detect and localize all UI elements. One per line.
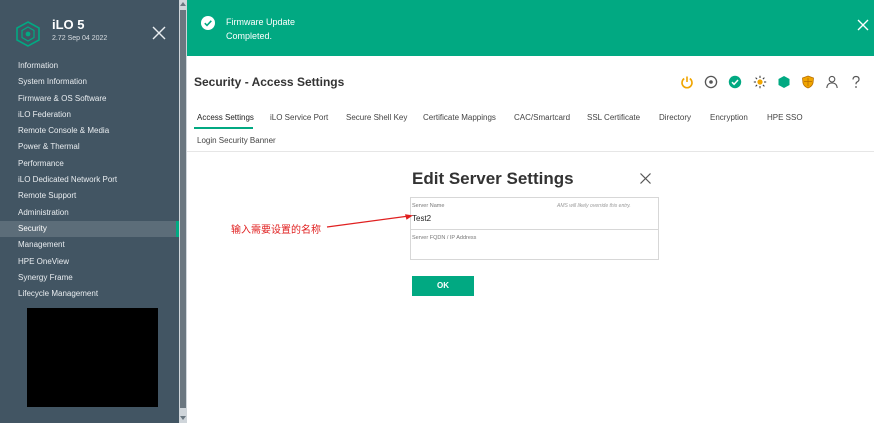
ok-button[interactable]: OK — [412, 276, 474, 296]
sidebar-item-administration[interactable]: Administration — [0, 205, 179, 221]
annotation-arrow-icon — [326, 214, 413, 228]
tab-secure-shell-key[interactable]: Secure Shell Key — [346, 113, 407, 122]
sidebar-item-remote-console-media[interactable]: Remote Console & Media — [0, 123, 179, 139]
power-icon[interactable] — [680, 75, 694, 89]
sidebar-item-system-information[interactable]: System Information — [0, 74, 179, 90]
brand-title: iLO 5 — [52, 17, 85, 32]
sidebar-item-management[interactable]: Management — [0, 237, 179, 253]
sidebar-nav: Information System Information Firmware … — [0, 58, 179, 302]
active-tab-indicator — [194, 127, 253, 129]
sidebar-scrollbar[interactable] — [179, 0, 187, 423]
scroll-down-icon[interactable] — [180, 416, 186, 420]
sidebar-item-lifecycle-management[interactable]: Lifecycle Management — [0, 286, 179, 302]
field-divider — [411, 229, 658, 230]
sidebar: iLO 5 2.72 Sep 04 2022 Information Syste… — [0, 0, 179, 423]
tab-directory[interactable]: Directory — [659, 113, 691, 122]
check-circle-icon — [201, 16, 215, 30]
tab-ssl-certificate[interactable]: SSL Certificate — [587, 113, 640, 122]
server-fqdn-label: Server FQDN / IP Address — [412, 235, 477, 241]
server-name-label: Server Name — [412, 203, 445, 209]
server-settings-form: Server Name AMS will likely override thi… — [410, 197, 659, 260]
dialog-title: Edit Server Settings — [412, 169, 574, 188]
sidebar-item-information[interactable]: Information — [0, 58, 179, 74]
sidebar-item-security[interactable]: Security — [0, 220, 179, 238]
page-title: Security - Access Settings — [194, 75, 345, 89]
health-ok-icon[interactable] — [728, 75, 742, 89]
uid-icon[interactable] — [704, 75, 718, 89]
brand: iLO 5 2.72 Sep 04 2022 — [0, 0, 179, 54]
tab-hpe-sso[interactable]: HPE SSO — [767, 113, 803, 122]
banner-title: Firmware Update — [226, 17, 296, 27]
shield-icon[interactable] — [801, 75, 815, 89]
scroll-thumb[interactable] — [180, 10, 186, 408]
tab-access-settings[interactable]: Access Settings — [197, 113, 254, 122]
close-icon[interactable] — [857, 19, 869, 31]
hexagon-icon[interactable] — [777, 75, 791, 89]
notification-banner: Firmware Update Completed. — [187, 0, 874, 56]
sidebar-item-remote-support[interactable]: Remote Support — [0, 188, 179, 204]
close-icon[interactable] — [150, 24, 168, 42]
tabs-divider — [187, 151, 874, 152]
sidebar-item-power-thermal[interactable]: Power & Thermal — [0, 139, 179, 155]
annotation-text: 输入需要设置的名称 — [231, 225, 321, 236]
brand-version: 2.72 Sep 04 2022 — [52, 35, 108, 42]
sidebar-item-synergy-frame[interactable]: Synergy Frame — [0, 270, 179, 286]
remote-console-thumbnail[interactable] — [27, 308, 158, 407]
tab-login-security-banner[interactable]: Login Security Banner — [197, 136, 276, 145]
sidebar-item-ilo-dedicated-network-port[interactable]: iLO Dedicated Network Port — [0, 172, 179, 188]
sidebar-item-hpe-oneview[interactable]: HPE OneView — [0, 254, 179, 270]
server-fqdn-input[interactable] — [412, 245, 652, 257]
tab-cac-smartcard[interactable]: CAC/Smartcard — [514, 113, 570, 122]
sidebar-item-performance[interactable]: Performance — [0, 156, 179, 172]
scroll-up-icon[interactable] — [180, 2, 186, 6]
help-icon[interactable] — [849, 75, 863, 89]
sidebar-item-firmware-os-software[interactable]: Firmware & OS Software — [0, 91, 179, 107]
ilo-logo-icon — [16, 21, 40, 47]
server-name-hint: AMS will likely override this entry. — [557, 203, 631, 209]
banner-subtitle: Completed. — [226, 31, 273, 41]
tab-ilo-service-port[interactable]: iLO Service Port — [270, 113, 328, 122]
close-icon[interactable] — [639, 172, 652, 185]
sidebar-item-ilo-federation[interactable]: iLO Federation — [0, 107, 179, 123]
tab-encryption[interactable]: Encryption — [710, 113, 748, 122]
sun-icon[interactable] — [753, 75, 767, 89]
tab-certificate-mappings[interactable]: Certificate Mappings — [423, 113, 496, 122]
user-icon[interactable] — [825, 75, 839, 89]
